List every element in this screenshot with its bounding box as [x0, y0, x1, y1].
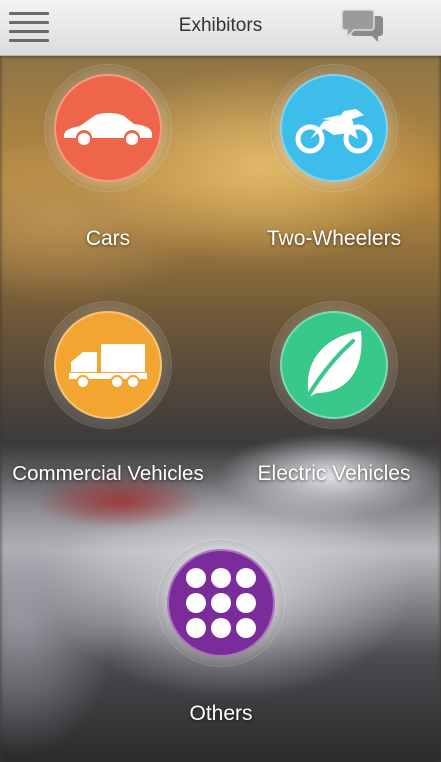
top-bar: Exhibitors: [0, 0, 441, 56]
grid-dots-icon: [186, 568, 256, 638]
commercial-vehicles-label: Commercial Vehicles: [12, 462, 204, 485]
electric-vehicles-disc: [280, 311, 388, 419]
chat-bubbles-icon: [341, 9, 383, 42]
electric-vehicles-label: Electric Vehicles: [257, 462, 411, 485]
motorcycle-icon: [295, 109, 373, 154]
chat-button[interactable]: [340, 8, 386, 46]
commercial-vehicles-ring: [45, 302, 171, 428]
electric-vehicles-ring: [271, 302, 397, 428]
hamburger-line: [9, 39, 49, 42]
two-wheelers-label: Two-Wheelers: [266, 227, 402, 250]
truck-icon: [69, 344, 147, 389]
category-electric-vehicles[interactable]: Electric Vehicles: [234, 302, 434, 502]
others-label: Others: [189, 702, 253, 725]
cars-label: Cars: [85, 227, 131, 250]
category-two-wheelers[interactable]: Two-Wheelers: [234, 65, 434, 265]
others-ring: [158, 540, 284, 666]
commercial-vehicles-disc: [54, 311, 162, 419]
cars-disc: [54, 74, 162, 182]
category-others[interactable]: Others: [121, 540, 321, 740]
car-icon: [64, 113, 152, 145]
two-wheelers-ring: [271, 65, 397, 191]
category-commercial-vehicles[interactable]: Commercial Vehicles: [8, 302, 208, 502]
cars-ring: [45, 65, 171, 191]
leaf-icon: [303, 331, 362, 403]
others-disc: [167, 549, 275, 657]
two-wheelers-disc: [280, 74, 388, 182]
category-cars[interactable]: Cars: [8, 65, 208, 265]
